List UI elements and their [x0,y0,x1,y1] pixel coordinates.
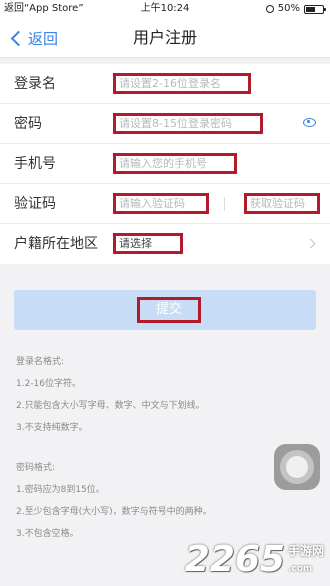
phone-input[interactable]: 请输入您的手机号 [113,153,237,174]
row-phone: 手机号 请输入您的手机号 [0,144,330,184]
row-verification: 验证码 请输入验证码 获取验证码 [0,184,330,224]
row-region[interactable]: 户籍所在地区 请选择 [0,224,330,264]
rules-title: 密码格式: [16,463,56,473]
region-label: 户籍所在地区 [14,236,98,252]
rule-item: 2.只能包含大小写字母、数字、中文与下划线。 [16,401,205,411]
eye-icon[interactable] [303,118,316,127]
divider [224,197,225,211]
page-title: 用户注册 [132,28,197,47]
login-name-label: 登录名 [14,76,56,92]
battery-icon [304,4,326,14]
rules-title: 登录名格式: [16,357,65,367]
row-password: 密码 请设置8-15位登录密码 [0,104,330,144]
rule-item: 1.2-16位字符。 [16,379,82,389]
login-name-rules: 登录名格式: 1.2-16位字符。 2.只能包含大小写字母、数字、中文与下划线。… [16,356,316,434]
watermark-text: 手游网 .com [288,544,324,578]
phone-label: 手机号 [14,156,56,172]
verification-input[interactable]: 请输入验证码 [113,193,209,214]
row-login-name: 登录名 请设置2-16位登录名 [0,64,330,104]
status-right: 50% [265,0,326,18]
submit-bar[interactable]: 提交 [14,290,316,330]
get-code-button[interactable]: 获取验证码 [244,193,320,214]
alarm-icon [265,5,274,13]
watermark-site: 手游网 [287,544,324,558]
login-name-input[interactable]: 请设置2-16位登录名 [113,73,251,94]
watermark-logo: 2265 手游网 .com [185,542,324,578]
password-rules: 密码格式: 1.密码应为8到15位。 2.至少包含字母(大小写)，数字与符号中的… [16,462,316,540]
chevron-right-icon [305,238,316,249]
nav-bar: 返回 用户注册 [0,18,330,58]
verification-label: 验证码 [14,196,56,212]
rule-item: 1.密码应为8到15位。 [16,485,105,495]
status-bar: 返回“App Store” 上午10:24 50% [0,0,330,18]
region-select[interactable]: 请选择 [113,233,183,254]
watermark-domain: .com [287,564,313,574]
assistive-touch-button[interactable] [274,444,320,490]
rule-item: 2.至少包含字母(大小写)，数字与符号中的两种。 [16,507,212,517]
password-label: 密码 [14,116,42,132]
registration-form: 登录名 请设置2-16位登录名 密码 请设置8-15位登录密码 手机号 请输入您… [0,64,330,264]
submit-button[interactable]: 提交 [137,297,201,323]
battery-percent: 50% [277,3,300,14]
watermark-number: 2265 [184,539,285,580]
rule-item: 3.不支持纯数字。 [16,423,88,433]
password-input[interactable]: 请设置8-15位登录密码 [113,113,263,134]
